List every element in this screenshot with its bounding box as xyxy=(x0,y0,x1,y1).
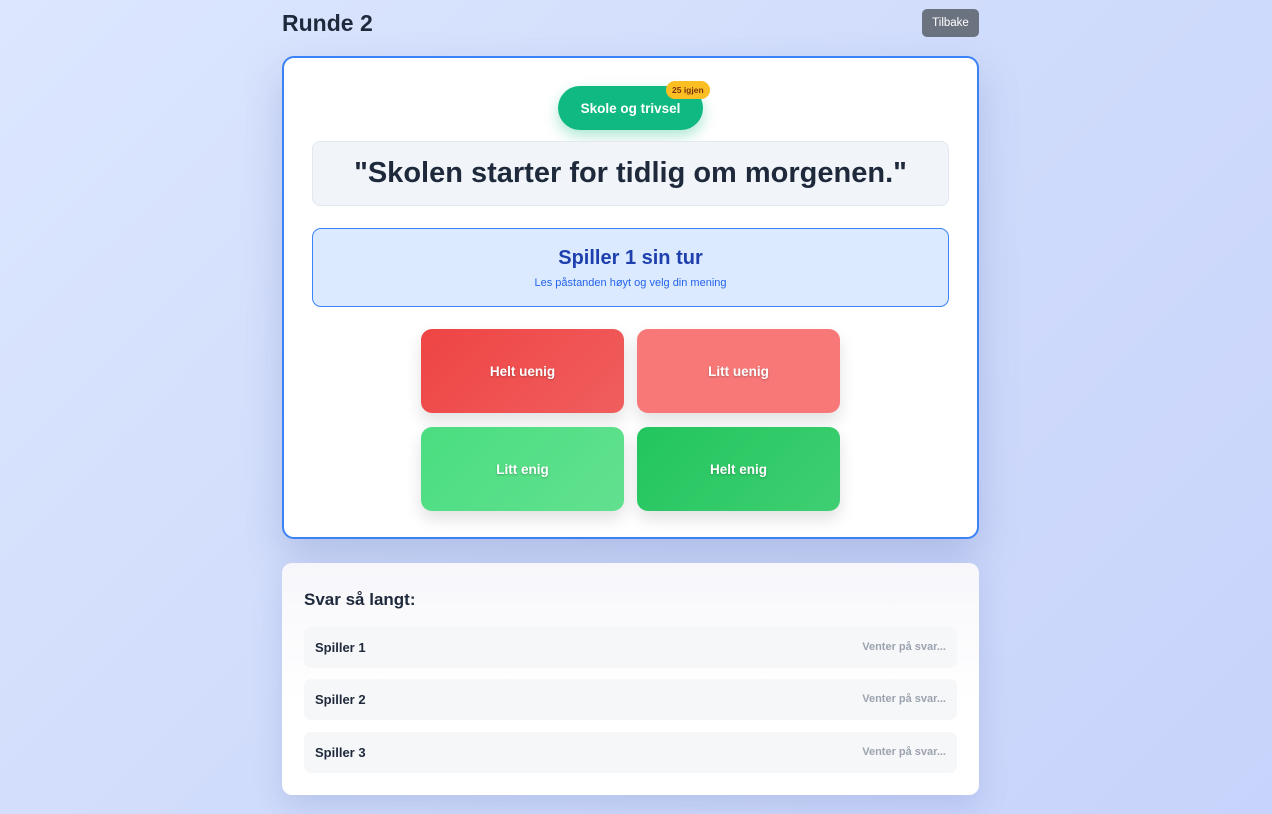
strongly-agree-button[interactable]: Helt enig xyxy=(637,427,840,511)
category-label: Skole og trivsel xyxy=(580,100,681,116)
turn-indicator: Spiller 1 sin tur Les påstanden høyt og … xyxy=(312,228,949,307)
remaining-count-badge: 25 igjen xyxy=(666,81,710,99)
slightly-disagree-button[interactable]: Litt uenig xyxy=(637,329,840,413)
player-row: Spiller 1 Venter på svar... xyxy=(304,627,957,668)
player-status: Venter på svar... xyxy=(862,641,946,653)
answers-title: Svar så langt: xyxy=(304,590,416,609)
player-name: Spiller 3 xyxy=(315,745,366,760)
player-status: Venter på svar... xyxy=(862,693,946,705)
strongly-disagree-button[interactable]: Helt uenig xyxy=(421,329,624,413)
player-name: Spiller 1 xyxy=(315,640,366,655)
turn-instruction: Les påstanden høyt og velg din mening xyxy=(534,277,727,289)
statement-text: "Skolen starter for tidlig om morgenen." xyxy=(354,157,907,189)
slightly-agree-button[interactable]: Litt enig xyxy=(421,427,624,511)
answers-so-far-panel: Svar så langt: Spiller 1 Venter på svar.… xyxy=(282,563,979,795)
player-status: Venter på svar... xyxy=(862,746,946,758)
round-header: Runde 2 Tilbake xyxy=(282,0,979,56)
game-container: Runde 2 Tilbake Skole og trivsel 25 igje… xyxy=(282,0,979,795)
back-button[interactable]: Tilbake xyxy=(922,9,979,37)
player-row: Spiller 2 Venter på svar... xyxy=(304,679,957,720)
round-title: Runde 2 xyxy=(282,10,373,36)
player-row: Spiller 3 Venter på svar... xyxy=(304,732,957,773)
question-card: Skole og trivsel 25 igjen "Skolen starte… xyxy=(282,56,979,539)
turn-title: Spiller 1 sin tur xyxy=(558,247,703,269)
statement-box: "Skolen starter for tidlig om morgenen." xyxy=(312,141,949,206)
player-name: Spiller 2 xyxy=(315,692,366,707)
